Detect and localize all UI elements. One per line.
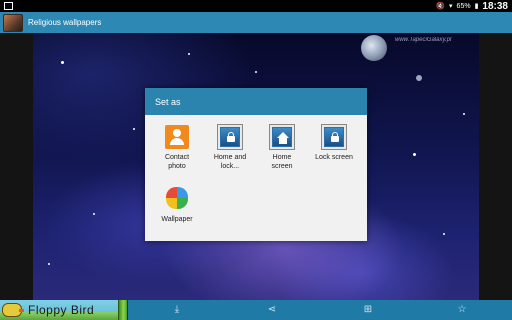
option-contact-photo[interactable]: Contact photo	[151, 125, 203, 171]
star	[188, 53, 190, 55]
action-bar: Religious wallpapers	[0, 12, 512, 33]
star	[443, 233, 445, 235]
option-label: screen	[271, 163, 293, 170]
app-icon[interactable]	[3, 13, 23, 32]
screenshot-notification-icon	[4, 2, 13, 10]
watermark: www.TapeciGalaxy.pl	[395, 37, 452, 43]
app-title: Religious wallpapers	[28, 18, 102, 27]
battery-icon: ▮	[474, 3, 479, 10]
mute-icon: 🔇	[436, 3, 446, 10]
pipe-graphic	[118, 300, 127, 320]
star-icon[interactable]: ☆	[456, 304, 468, 316]
contact-icon	[165, 125, 189, 149]
lock-frame-icon	[218, 125, 242, 149]
crop-icon[interactable]: ⊞	[362, 304, 374, 316]
pinwheel-icon	[164, 185, 190, 211]
home-frame-icon	[270, 125, 294, 149]
status-bar: 🔇 ▾ 65% ▮ 18:38	[0, 0, 512, 12]
planet-graphic	[361, 35, 387, 61]
star	[255, 71, 257, 73]
star	[463, 113, 465, 115]
star	[61, 61, 64, 64]
bird-icon	[2, 303, 24, 317]
option-label: Home	[272, 154, 292, 161]
option-label: Home and	[213, 154, 247, 161]
star	[133, 128, 135, 130]
star	[48, 263, 50, 265]
option-wallpaper[interactable]: Wallpaper	[151, 185, 203, 224]
option-label: Lock screen	[315, 154, 353, 161]
option-label: Wallpaper	[161, 216, 193, 223]
lock-frame-icon	[322, 125, 346, 149]
star	[93, 213, 95, 215]
clock: 18:38	[482, 0, 508, 12]
option-lock-screen[interactable]: Lock screen	[308, 125, 360, 162]
option-label: photo	[168, 163, 186, 170]
option-home-screen[interactable]: Home screen	[256, 125, 308, 171]
ad-banner[interactable]: Floppy Bird	[0, 300, 128, 320]
ad-text: Floppy Bird	[28, 303, 95, 317]
download-icon[interactable]: ⤓	[171, 304, 183, 316]
option-label: Contact	[164, 154, 190, 161]
moon-graphic	[416, 75, 422, 81]
option-label: lock...	[220, 163, 240, 170]
wifi-icon: ▾	[449, 3, 453, 10]
star	[413, 153, 416, 156]
share-icon[interactable]: ⋖	[266, 304, 278, 316]
set-as-dialog: Set as Contact photo Home and lock... Ho…	[145, 88, 367, 241]
option-home-and-lock[interactable]: Home and lock...	[204, 125, 256, 171]
battery-percent: 65%	[456, 2, 471, 10]
dialog-title: Set as	[145, 88, 367, 115]
screen: 🔇 ▾ 65% ▮ 18:38 Religious wallpapers www…	[0, 0, 512, 320]
